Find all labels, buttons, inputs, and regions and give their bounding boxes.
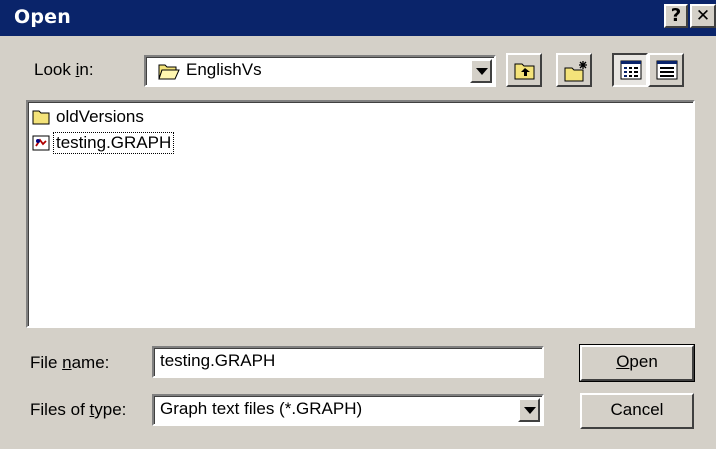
file-name-input[interactable]: testing.GRAPH (152, 346, 544, 378)
title-bar[interactable]: Open ? ✕ (0, 0, 716, 36)
create-new-folder-button[interactable] (556, 53, 592, 87)
details-view-icon (656, 60, 678, 80)
file-name: oldVersions (56, 107, 144, 126)
open-dialog: Open ? ✕ Look in: EnglishVs oldVersions … (0, 0, 716, 449)
details-view-button[interactable] (648, 53, 684, 87)
file-type-label: Files of type: (30, 400, 127, 419)
file-name-value: testing.GRAPH (160, 351, 276, 370)
list-item[interactable]: testing.GRAPH (32, 132, 175, 154)
graph-file-icon (32, 135, 50, 151)
up-one-level-button[interactable] (506, 53, 542, 87)
file-type-value: Graph text files (*.GRAPH) (160, 399, 363, 418)
file-name-label: File name: (30, 353, 110, 372)
up-folder-icon (514, 63, 535, 80)
file-type-combo[interactable]: Graph text files (*.GRAPH) (152, 394, 544, 426)
cancel-button[interactable]: Cancel (580, 393, 694, 429)
list-view-button[interactable] (612, 53, 648, 87)
look-in-label: Look in: (34, 60, 94, 79)
look-in-value: EnglishVs (186, 60, 262, 79)
open-folder-icon (158, 64, 180, 80)
look-in-dropdown-button[interactable] (470, 59, 492, 83)
open-button[interactable]: Open (579, 344, 695, 382)
file-list[interactable]: oldVersions testing.GRAPH (26, 100, 695, 328)
file-name: testing.GRAPH (52, 132, 175, 154)
file-type-dropdown-button[interactable] (518, 398, 540, 422)
window-title: Open (14, 6, 71, 28)
help-button[interactable]: ? (664, 4, 688, 28)
folder-icon (32, 110, 50, 125)
chevron-down-icon (476, 68, 488, 75)
chevron-down-icon (524, 407, 536, 414)
close-button[interactable]: ✕ (690, 4, 716, 28)
list-item[interactable]: oldVersions (32, 106, 146, 128)
look-in-combo[interactable]: EnglishVs (144, 55, 496, 87)
new-folder-icon (564, 61, 587, 82)
list-view-icon (620, 60, 642, 80)
